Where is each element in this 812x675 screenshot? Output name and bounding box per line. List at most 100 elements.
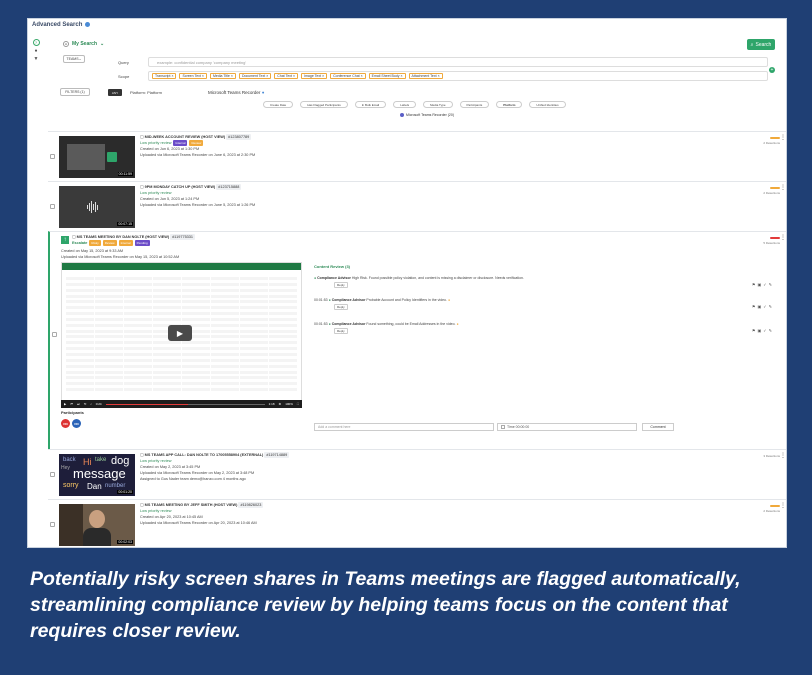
scope-chip[interactable]: Email Sheet Body × [368,73,406,79]
result-title[interactable]: MS TEAMS MEETING BY DAN NOLTE (HOST VIEW… [77,235,169,239]
more-vertical-icon[interactable]: ⋮ [780,452,786,459]
close-icon[interactable]: × [438,74,440,78]
fullscreen-icon[interactable]: ⛶ [297,402,299,406]
video-thumbnail[interactable]: 00:07:15 [59,186,135,228]
review-action-icons[interactable]: ⚑▣✓✎ [752,304,774,309]
result-checkbox[interactable] [50,204,55,209]
more-vertical-icon[interactable]: ⋮ [780,502,786,509]
play-icon[interactable]: ▶ [168,325,192,341]
time-field[interactable]: Time 00:00:00 [497,423,637,431]
scope-label: Scope [118,74,130,79]
result-checkbox[interactable] [50,522,55,527]
filter-chip[interactable]: Create Date [263,101,294,108]
close-icon[interactable]: × [293,74,295,78]
comment-button[interactable]: Comment [642,423,674,431]
review-action-icons[interactable]: ⚑▣✓✎ [752,282,774,287]
volume-icon[interactable]: ♪ [90,402,92,406]
current-time: 0:24 [95,402,102,406]
scope-chip[interactable]: Transcript × [152,73,177,79]
info-icon: ● [261,90,265,95]
skip-forward-icon[interactable]: ⏭ [77,402,80,406]
active-filter-tag[interactable]: Microsoft Teams Recorder (20) [400,113,454,117]
filter-icon[interactable]: ▼ [34,57,39,62]
close-icon[interactable]: × [231,74,233,78]
scope-chip[interactable]: Image Text × [301,73,328,79]
filter-chip[interactable]: Media Type [423,101,453,108]
video-thumbnail[interactable]: 00:11:59 [59,136,135,178]
close-icon[interactable]: × [202,74,204,78]
result-title[interactable]: MID-WEEK ACCOUNT REVIEW (HOST VIEW) [145,135,225,139]
close-icon[interactable]: × [171,74,173,78]
result-card[interactable]: back Hi take dog Hey message sorry Dan n… [48,449,786,499]
my-search-toggle[interactable]: ^ My Search ⌄ [63,41,104,47]
skip-back-icon[interactable]: ⏮ [70,402,73,406]
duration-label: 00:02:03 [117,540,133,544]
avatar[interactable]: DN [72,419,81,428]
upload-info: Uploaded via Microsoft Teams Recorder on… [140,153,256,157]
play-icon[interactable]: ▶ [64,402,66,406]
platform-filter-value[interactable]: Microsoft Teams Recorder ● [208,90,264,95]
risk-indicator: 2 Detections [763,186,780,196]
result-title[interactable]: 9PM MONDAY CATCH UP (HOST VIEW) [145,185,216,189]
any-toggle[interactable]: ANY [108,89,122,96]
result-checkbox[interactable] [50,472,55,477]
filter-chip[interactable]: Unified Identities [529,101,566,108]
more-vertical-icon[interactable]: ⋮ [780,184,786,191]
result-title[interactable]: MS TEAMS APP CALL: DAN NOLTE TO 17005558… [145,453,264,457]
help-icon[interactable]: ? [32,39,40,46]
close-icon[interactable]: × [361,74,363,78]
loop-icon[interactable]: ⟲ [84,402,87,406]
plus-icon[interactable]: + [769,67,775,73]
platform-pill[interactable]: TEAMS ⌄ [63,55,85,63]
comment-input[interactable]: Add a comment here [314,423,494,431]
reply-button[interactable]: Reply [334,304,348,310]
result-card[interactable]: 00:11:59 ▢ MID-WEEK ACCOUNT REVIEW (HOST… [48,131,786,181]
more-vertical-icon[interactable]: ⋮ [780,134,786,141]
bullet-icon[interactable]: ● [34,49,37,54]
reply-button[interactable]: Reply [334,282,348,288]
zoom-level[interactable]: 100% [285,402,293,406]
video-thumbnail[interactable]: back Hi take dog Hey message sorry Dan n… [59,454,135,496]
filters-button[interactable]: FILTERS (1) [60,88,90,96]
risk-bar [770,237,780,239]
avatar[interactable]: DN [61,419,70,428]
scope-chip[interactable]: Conference Chat × [330,73,366,79]
filter-chip[interactable]: Has Flagged Participants [300,101,348,108]
result-card[interactable]: 00:07:15 ▢ 9PM MONDAY CATCH UP (HOST VIE… [48,181,786,231]
result-card[interactable]: 00:02:03 ▢ MS TEAMS MEETING BY JEFF SMIT… [48,499,786,547]
scope-chip[interactable]: Screen Text × [179,73,207,79]
video-thumbnail[interactable]: 00:02:03 [59,504,135,546]
video-player[interactable]: ▶ [61,262,302,402]
close-icon[interactable]: × [266,74,268,78]
info-icon[interactable] [85,22,91,27]
advisor-avatar-icon: ● [314,276,317,280]
result-checkbox[interactable] [50,154,55,159]
filter-chip[interactable]: Participants [459,101,490,108]
content-review-title: Content Review (3) [314,264,351,269]
more-vertical-icon[interactable]: ⋮ [780,234,786,241]
result-meta: ▢ MS TEAMS MEETING BY DAN NOLTE (HOST VI… [72,234,196,246]
chevron-up-icon[interactable]: ^ [63,41,69,47]
scope-chip[interactable]: Chat Text × [274,73,299,79]
time-checkbox[interactable] [501,425,505,429]
review-action-icons[interactable]: ⚑▣✓✎ [752,328,774,333]
progress-scrubber[interactable] [105,403,265,405]
search-button[interactable]: ⌕ Search [747,39,775,50]
scope-chip-list[interactable]: Transcript × Screen Text × Media Title × Docum… [148,71,768,81]
gear-icon[interactable]: ⚙ [279,402,282,406]
scope-chip[interactable]: Attachment Text × [408,73,443,79]
person-face [89,510,105,528]
filter-chip[interactable]: Platform [496,101,523,108]
scope-chip[interactable]: Media Title × [209,73,236,79]
result-checkbox[interactable] [52,332,57,337]
result-card-expanded[interactable]: ↑ ▢ MS TEAMS MEETING BY DAN NOLTE (HOST … [48,231,786,449]
scope-chip-label: Transcript [155,74,171,78]
close-icon[interactable]: × [401,74,403,78]
reply-button[interactable]: Reply [334,328,348,334]
scope-chip[interactable]: Document Text × [238,73,272,79]
filter-chip[interactable]: Labels [393,101,417,108]
filter-chip[interactable]: In Bulk Email [354,101,387,108]
query-input[interactable]: example: confidential company 'company m… [148,57,768,67]
result-title[interactable]: MS TEAMS MEETING BY JEFF SMITH (HOST VIE… [145,503,238,507]
close-icon[interactable]: × [322,74,324,78]
